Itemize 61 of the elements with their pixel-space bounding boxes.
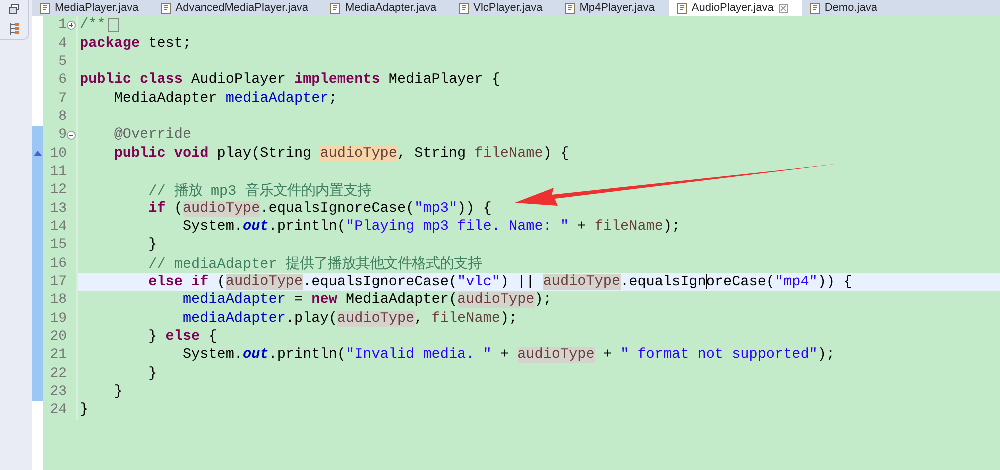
hierarchy-icon[interactable] bbox=[8, 22, 20, 36]
line-number: 11 bbox=[50, 164, 67, 180]
java-file-icon bbox=[40, 2, 50, 14]
code-line: public void play(String audioType, String fileName) { bbox=[114, 146, 570, 162]
line-number: 9 bbox=[58, 127, 67, 144]
java-file-icon bbox=[458, 2, 469, 14]
collapse-icon[interactable] bbox=[67, 130, 76, 140]
editor-tab[interactable]: AudioPlayer.java bbox=[668, 0, 802, 16]
line-number: 14 bbox=[50, 218, 67, 235]
line-number: 23 bbox=[50, 384, 67, 400]
editor-tab[interactable]: MediaPlayer.java bbox=[32, 0, 153, 16]
code-line: } bbox=[80, 402, 89, 418]
code-line: public class AudioPlayer implements MediaPlayer { bbox=[80, 72, 500, 88]
code-line: if (audioType.equalsIgnoreCase("mp3")) { bbox=[148, 200, 492, 217]
line-number: 16 bbox=[50, 256, 67, 272]
code-line: /** bbox=[80, 17, 106, 34]
code-line: } bbox=[148, 237, 158, 254]
code-line: package test; bbox=[80, 36, 192, 52]
line-number: 4 bbox=[58, 36, 67, 52]
code-line: @Override bbox=[114, 127, 192, 144]
code-line: System.out.println("Invalid media. " + audioType + " format not supported"); bbox=[182, 347, 836, 364]
line-number: 1 bbox=[58, 17, 67, 34]
code-line: MediaAdapter mediaAdapter; bbox=[114, 90, 338, 107]
java-file-icon bbox=[676, 2, 687, 14]
line-number: 24 bbox=[50, 402, 67, 418]
line-number: 12 bbox=[50, 182, 67, 198]
line-number: 6 bbox=[58, 72, 67, 88]
code-line: System.out.println("Playing mp3 file. Name: " + fileName); bbox=[182, 218, 681, 235]
code-line: // mediaAdapter 提供了播放其他文件格式的支持 bbox=[148, 255, 482, 274]
line-number: 20 bbox=[50, 329, 67, 346]
code-line: mediaAdapter = new MediaAdapter(audioType); bbox=[182, 292, 552, 308]
line-number: 22 bbox=[50, 366, 67, 382]
line-number: 21 bbox=[50, 347, 67, 364]
line-number: 13 bbox=[50, 200, 67, 217]
java-file-icon bbox=[330, 2, 340, 14]
code-line: } else { bbox=[148, 329, 218, 346]
line-number: 19 bbox=[50, 310, 67, 327]
line-number: 5 bbox=[58, 54, 67, 70]
line-number: 10 bbox=[50, 146, 67, 162]
line-number: 7 bbox=[58, 90, 67, 107]
editor-tab[interactable]: MediaAdapter.java bbox=[322, 0, 451, 16]
code-line: // 播放 mp3 音乐文件的内置支持 bbox=[148, 182, 372, 200]
line-number: 8 bbox=[58, 108, 67, 125]
expand-icon[interactable] bbox=[67, 20, 76, 30]
java-file-icon bbox=[564, 2, 575, 14]
code-line: mediaAdapter.play(audioType, fileName); bbox=[182, 310, 518, 327]
editor-tab[interactable]: Mp4Player.java bbox=[556, 0, 669, 16]
java-file-icon bbox=[810, 2, 820, 14]
line-number: 18 bbox=[50, 292, 67, 308]
code-line: } bbox=[114, 384, 123, 400]
java-file-icon bbox=[160, 2, 171, 14]
restore-icon[interactable] bbox=[8, 4, 20, 14]
line-number: 17 bbox=[50, 274, 67, 290]
line-number: 15 bbox=[50, 237, 67, 254]
editor-tab[interactable]: VlcPlayer.java bbox=[450, 0, 557, 16]
close-icon[interactable] bbox=[778, 4, 788, 12]
editor-tab[interactable]: AdvancedMediaPlayer.java bbox=[152, 0, 322, 16]
folded-code-icon[interactable] bbox=[108, 18, 119, 32]
code-line: } bbox=[148, 366, 158, 382]
code-line: else if (audioType.equalsIgnoreCase("vlc") || audioType.equalsIgnoreCase("mp4")) { bbox=[148, 274, 852, 290]
editor-tab[interactable]: Demo.java bbox=[802, 0, 892, 16]
